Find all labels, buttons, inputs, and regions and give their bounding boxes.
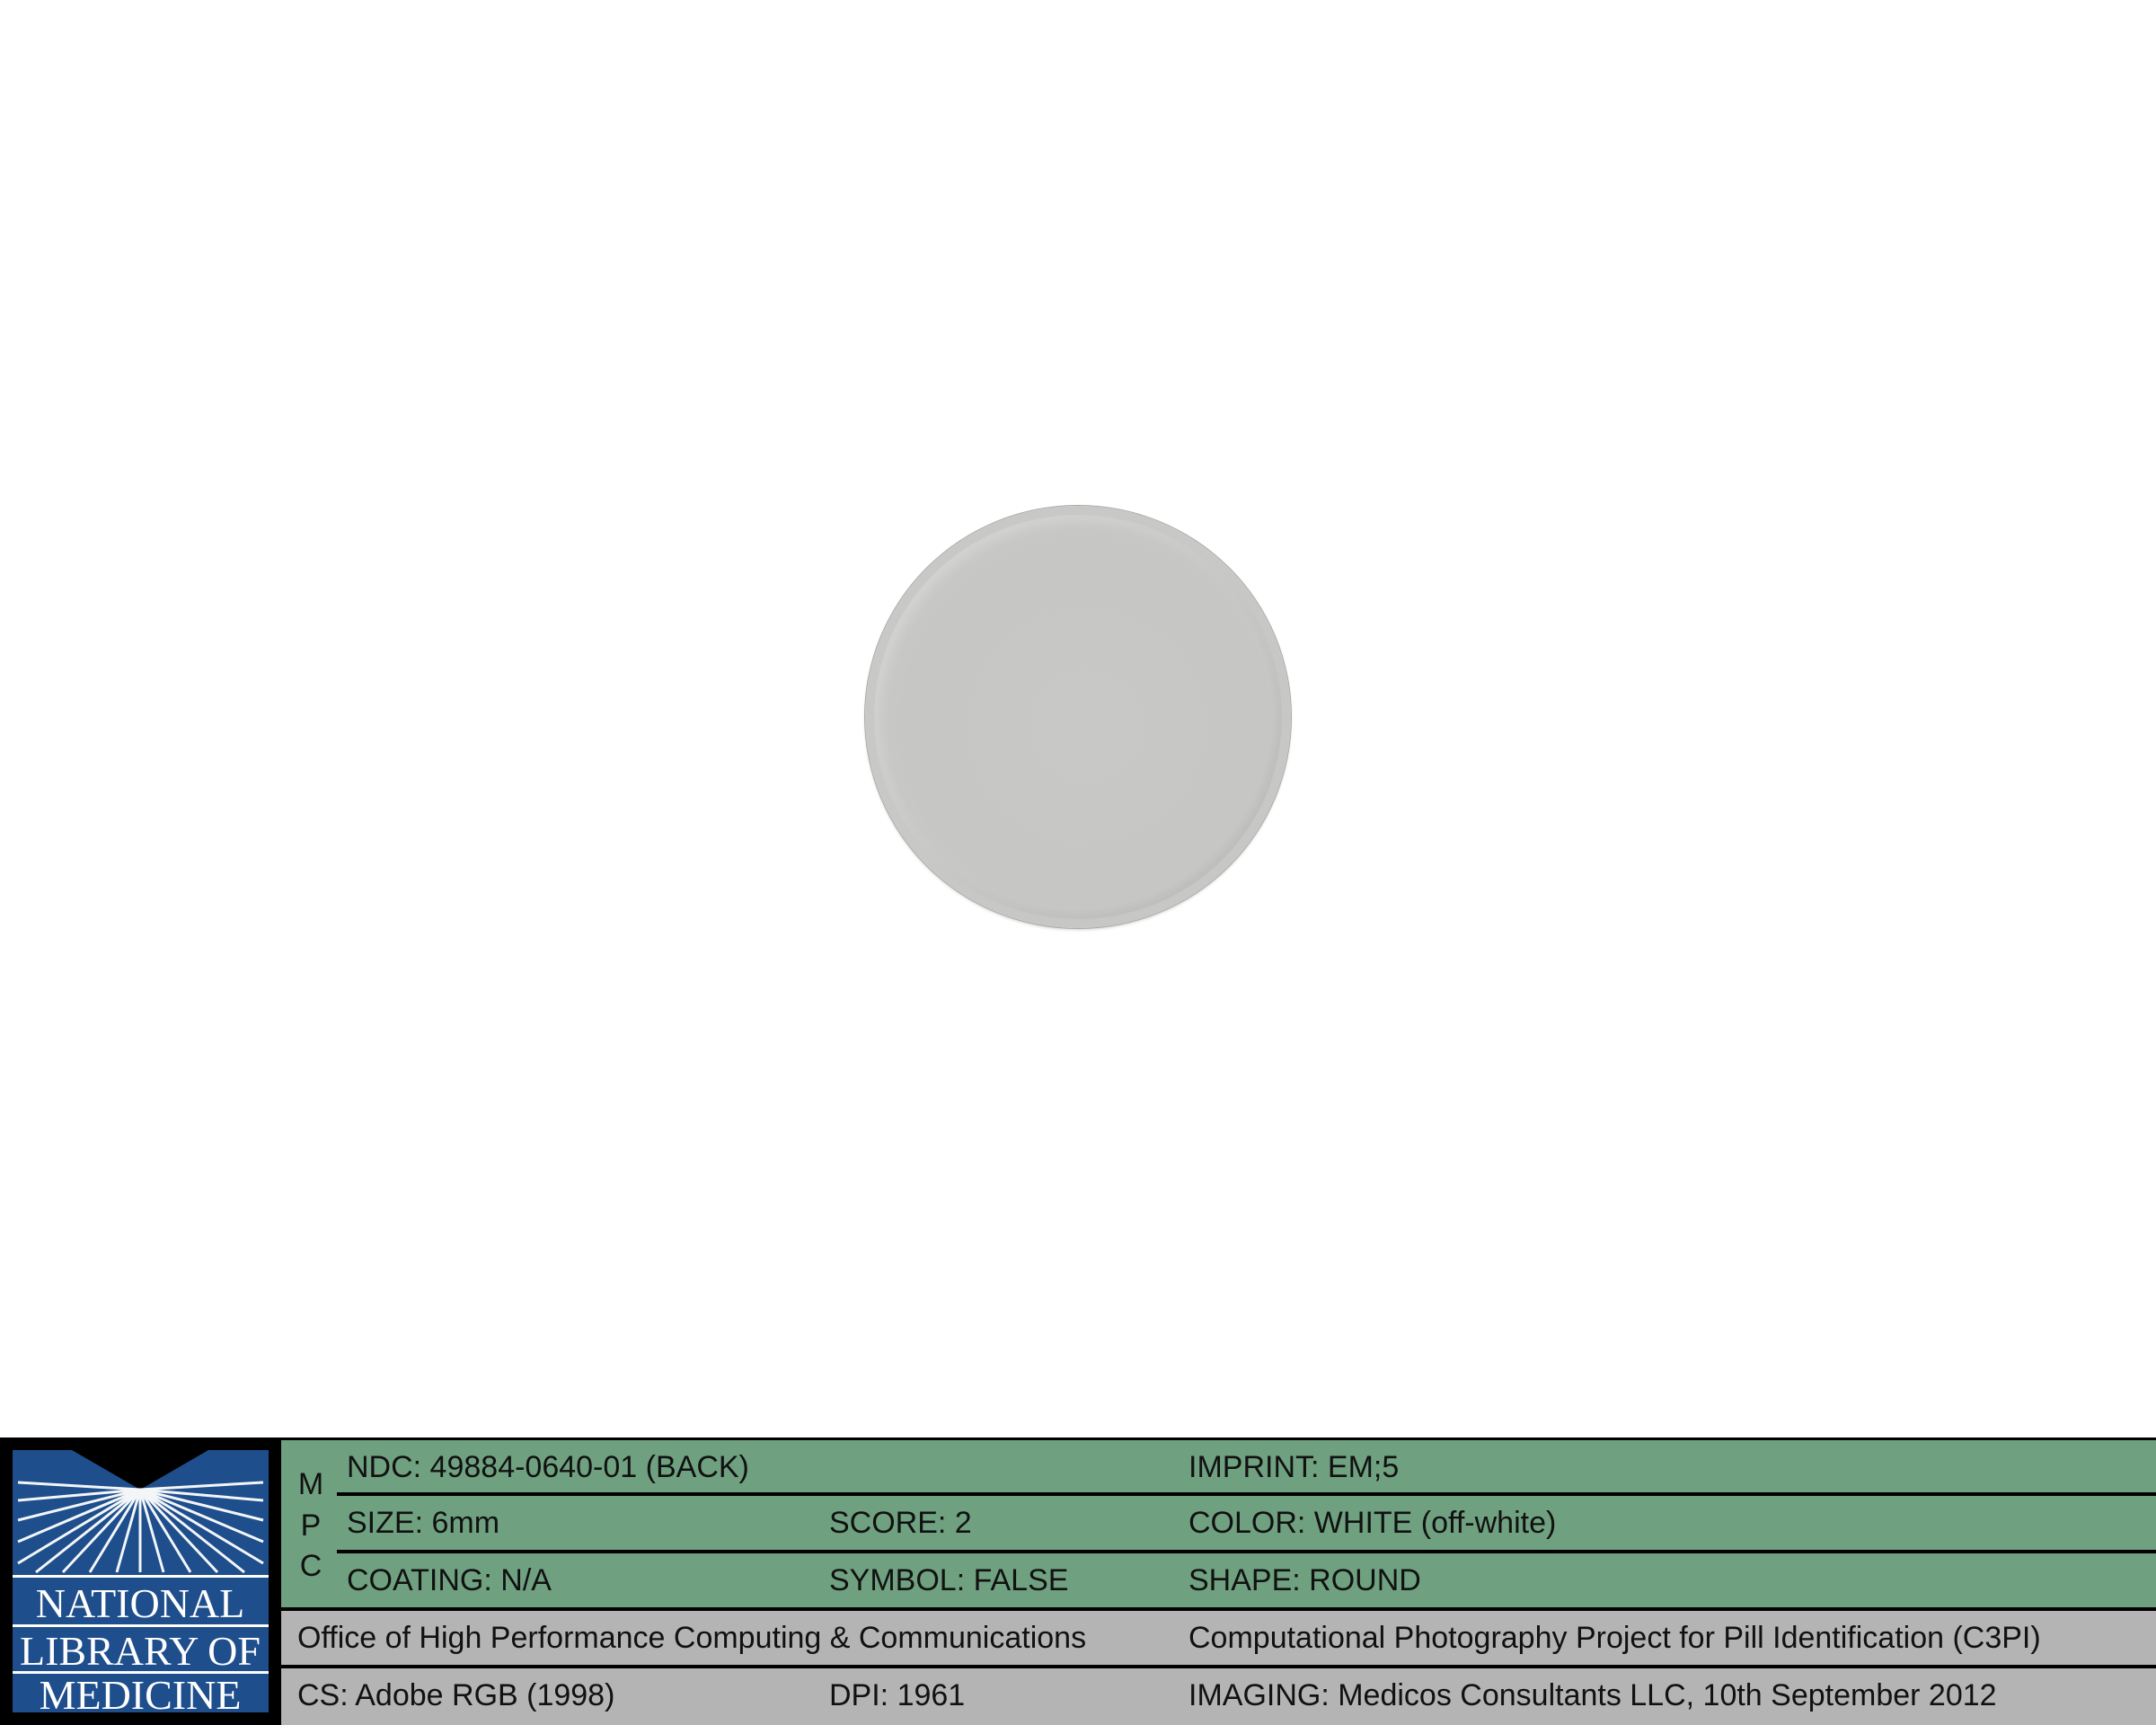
- info-panel: NATIONAL LIBRARY OF MEDICINE NDC: 49884-…: [0, 1438, 2156, 1725]
- nlm-logo: NATIONAL LIBRARY OF MEDICINE: [0, 1438, 281, 1725]
- mpc-letter-p: P: [300, 1508, 322, 1543]
- info-row-size: SIZE: 6mm SCORE: 2 COLOR: WHITE (off-whi…: [281, 1496, 2156, 1550]
- imaging-value: IMAGING: Medicos Consultants LLC, 10th S…: [1188, 1678, 1997, 1712]
- info-row-ndc: NDC: 49884-0640-01 (BACK) IMPRINT: EM;5: [281, 1440, 2156, 1492]
- office-text: Office of High Performance Computing & C…: [297, 1621, 1087, 1655]
- dpi-value: DPI: 1961: [829, 1678, 966, 1712]
- pill-rim: [874, 515, 1282, 919]
- logo-line-2: LIBRARY OF: [20, 1628, 261, 1674]
- imprint-value: IMPRINT: EM;5: [1188, 1450, 1400, 1484]
- logo-line-1: NATIONAL: [36, 1580, 245, 1626]
- mpc-label: M P C: [281, 1440, 337, 1607]
- info-row-imaging: CS: Adobe RGB (1998) DPI: 1961 IMAGING: …: [281, 1668, 2156, 1725]
- info-row-coating: COATING: N/A SYMBOL: FALSE SHAPE: ROUND: [281, 1553, 2156, 1607]
- size-value: SIZE: 6mm: [347, 1506, 500, 1540]
- cs-value: CS: Adobe RGB (1998): [297, 1678, 615, 1712]
- mpc-letter-c: C: [299, 1549, 323, 1583]
- info-rows: NDC: 49884-0640-01 (BACK) IMPRINT: EM;5 …: [281, 1438, 2156, 1725]
- ndc-value: NDC: 49884-0640-01 (BACK): [347, 1450, 749, 1484]
- shape-value: SHAPE: ROUND: [1188, 1563, 1421, 1597]
- info-row-office: Office of High Performance Computing & C…: [281, 1611, 2156, 1665]
- color-value: COLOR: WHITE (off-white): [1188, 1506, 1557, 1540]
- project-text: Computational Photography Project for Pi…: [1188, 1621, 2041, 1655]
- coating-value: COATING: N/A: [347, 1563, 552, 1597]
- score-value: SCORE: 2: [829, 1506, 972, 1540]
- logo-line-3: MEDICINE: [40, 1672, 242, 1718]
- pill-image: [865, 506, 1291, 928]
- symbol-value: SYMBOL: FALSE: [829, 1563, 1069, 1597]
- mpc-letter-m: M: [297, 1467, 324, 1501]
- pill-photo-area: [0, 0, 2156, 1438]
